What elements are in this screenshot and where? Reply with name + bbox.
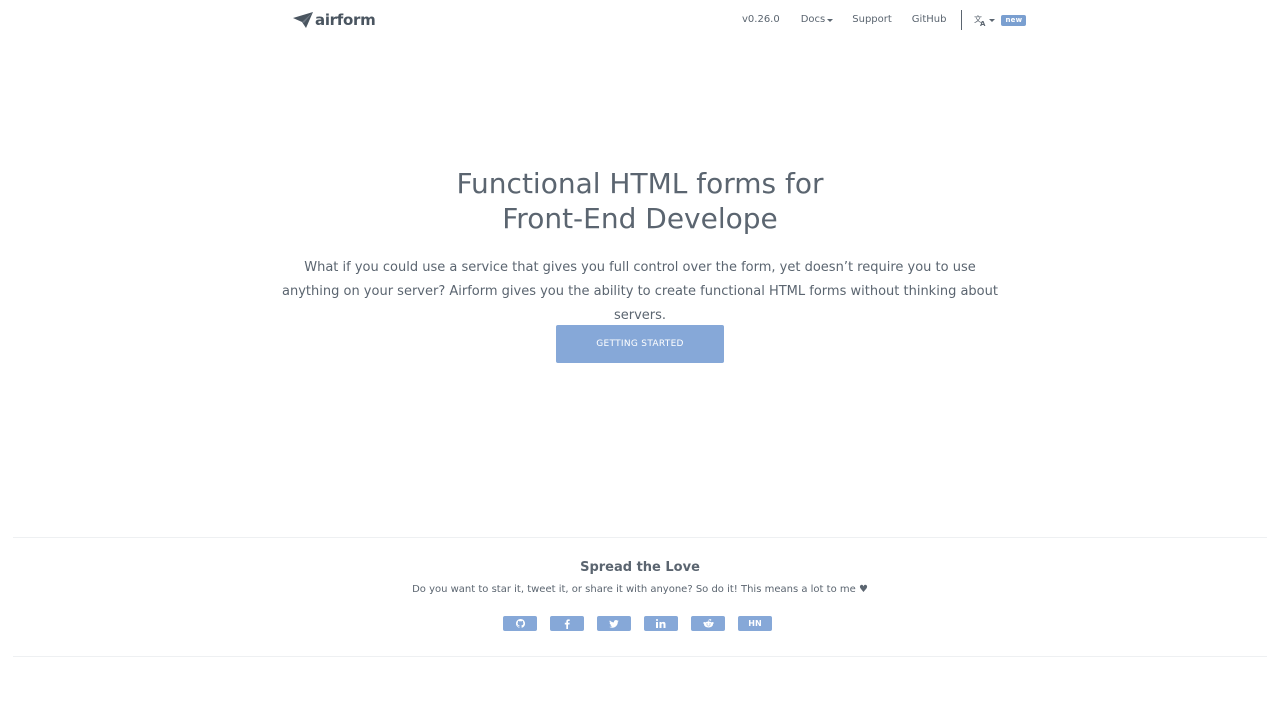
nav-divider: [961, 9, 963, 30]
new-badge: new: [1001, 14, 1027, 26]
reddit-icon: [702, 619, 714, 628]
share-description: Do you want to star it, tweet it, or sha…: [412, 584, 868, 595]
site-header: airform v0.26.0 Docs Support GitHub 文 A …: [0, 0, 1280, 40]
paper-plane-icon: [293, 12, 313, 28]
share-github-button[interactable]: [503, 616, 537, 631]
twitter-icon: [609, 619, 619, 628]
share-reddit-button[interactable]: [691, 616, 725, 631]
getting-started-button[interactable]: GETTING STARTED: [556, 325, 724, 363]
nav-docs-label: Docs: [800, 14, 826, 25]
caret-down-icon: [827, 19, 834, 22]
divider-top: [13, 537, 1267, 538]
hero-description: What if you could use a service that giv…: [282, 260, 998, 323]
nav-github-link[interactable]: GitHub: [912, 12, 947, 28]
share-hn-label: HN: [748, 619, 762, 628]
language-dropdown[interactable]: 文 A: [974, 14, 996, 26]
main-nav: v0.26.0 Docs Support GitHub 文 A new: [742, 9, 1027, 30]
logo-link[interactable]: airform: [293, 11, 376, 29]
share-twitter-button[interactable]: [597, 616, 631, 631]
translate-icon: 文 A: [974, 14, 986, 26]
share-facebook-button[interactable]: [550, 616, 584, 631]
hero-title-line2: Front-End Develope: [502, 202, 778, 235]
hero-title: Functional HTML forms for Front-End Deve…: [340, 166, 940, 236]
caret-down-icon: [989, 19, 996, 22]
facebook-icon: [564, 618, 570, 629]
share-title: Spread the Love: [580, 560, 700, 575]
share-buttons: HN: [503, 616, 772, 631]
nav-support-link[interactable]: Support: [852, 12, 892, 28]
hero-title-line1: Functional HTML forms for: [456, 167, 824, 200]
share-hackernews-button[interactable]: HN: [738, 616, 772, 631]
github-icon: [515, 619, 525, 628]
divider-bottom: [13, 656, 1267, 657]
share-linkedin-button[interactable]: [644, 616, 678, 631]
linkedin-icon: [656, 619, 666, 628]
nav-docs-dropdown[interactable]: Docs: [801, 12, 834, 28]
svg-text:A: A: [980, 20, 986, 26]
nav-version-link[interactable]: v0.26.0: [742, 12, 780, 28]
logo-text: airform: [315, 11, 376, 29]
